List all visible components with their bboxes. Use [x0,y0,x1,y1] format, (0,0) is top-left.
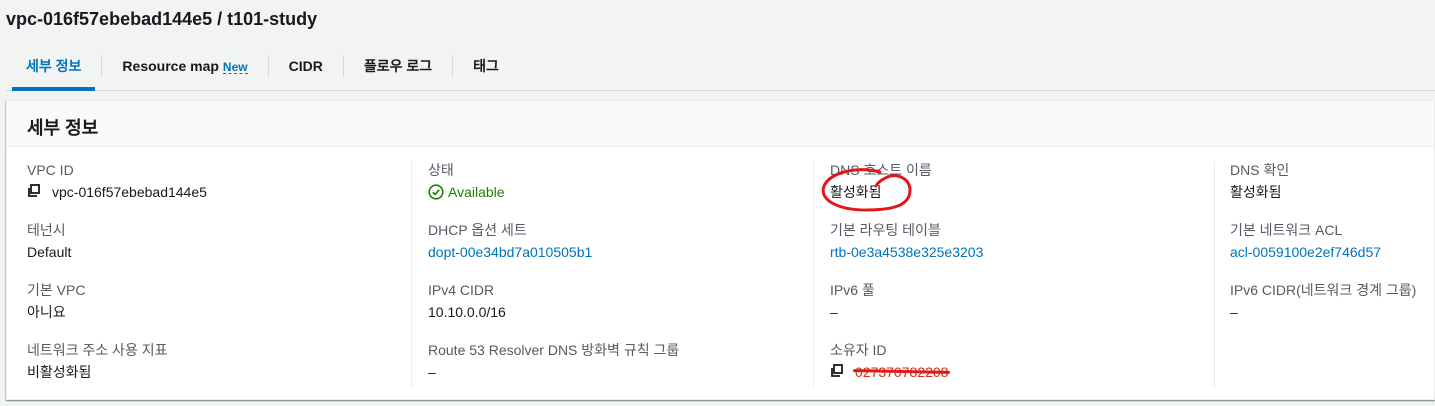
field-default-vpc: 기본 VPC 아니요 [27,281,407,341]
status-value: Available [448,184,505,200]
main-network-acl-link[interactable]: acl-0059100e2ef746d57 [1230,243,1435,261]
page-title: vpc-016f57ebebad144e5 / t101-study [6,9,318,29]
field-label: DHCP 옵션 세트 [428,222,527,238]
tab-label: 태그 [473,58,499,74]
copy-icon[interactable] [830,364,846,380]
dns-resolution-value: 활성화됨 [1230,184,1282,200]
field-tenancy: 테넌시 Default [27,221,407,281]
tab-flow-logs[interactable]: 플로우 로그 [344,50,452,82]
default-vpc-value: 아니요 [27,304,66,320]
tab-label: CIDR [288,58,323,74]
field-ipv4-cidr: IPv4 CIDR 10.10.0.0/16 [428,281,811,341]
dhcp-options-link[interactable]: dopt-00e34bd7a010505b1 [428,243,811,261]
tab-details[interactable]: 세부 정보 [6,50,101,91]
route53-firewall-value: – [428,364,436,380]
field-ipv6-cidr: IPv6 CIDR(네트워크 경계 그룹) – [1230,281,1435,341]
tab-cidr[interactable]: CIDR [269,50,343,82]
field-label: 테넌시 [27,222,66,238]
panel-title: 세부 정보 [7,101,1434,147]
ipv6-pool-value: – [830,304,838,320]
field-label: 상태 [428,162,454,178]
field-label: 소유자 ID [830,342,887,358]
field-label: Route 53 Resolver DNS 방화벽 규칙 그룹 [428,342,680,358]
field-state: 상태 Available [428,161,811,221]
field-ipv6-pool: IPv6 풀 – [830,281,1213,341]
field-label: DNS 호스트 이름 [830,162,932,178]
details-panel: 세부 정보 VPC ID vpc-016f57ebebad144e5 테넌시 D… [6,100,1435,400]
field-label: 기본 네트워크 ACL [1230,222,1343,238]
field-main-network-acl: 기본 네트워크 ACL acl-0059100e2ef746d57 [1230,221,1435,281]
tab-bar: 세부 정보 Resource map New CIDR 플로우 로그 태그 [6,50,1435,91]
field-label: IPv6 CIDR(네트워크 경계 그룹) [1230,282,1417,298]
details-grid: VPC ID vpc-016f57ebebad144e5 테넌시 Default… [7,157,1434,387]
field-vpc-id: VPC ID vpc-016f57ebebad144e5 [27,161,407,221]
new-badge: New [222,60,248,74]
tenancy-value: Default [27,244,72,260]
network-address-usage-value: 비활성화됨 [27,364,92,380]
field-dhcp-options: DHCP 옵션 세트 dopt-00e34bd7a010505b1 [428,221,811,281]
tab-resource-map[interactable]: Resource map New [102,50,267,82]
main-route-table-link[interactable]: rtb-0e3a4538e325e3203 [830,243,1213,261]
field-label: IPv6 풀 [830,282,875,298]
copy-icon[interactable] [27,184,43,200]
tab-label: 플로우 로그 [363,58,433,74]
field-dns-hostnames: DNS 호스트 이름 활성화됨 [830,161,1213,221]
dns-hostnames-value: 활성화됨 [830,184,882,200]
field-label: DNS 확인 [1230,162,1290,178]
tab-tags[interactable]: 태그 [453,50,519,82]
ipv6-cidr-value: – [1230,304,1238,320]
field-label: 네트워크 주소 사용 지표 [27,342,168,358]
details-column-1: VPC ID vpc-016f57ebebad144e5 테넌시 Default… [27,161,407,387]
field-route53-firewall: Route 53 Resolver DNS 방화벽 규칙 그룹 – [428,341,811,401]
field-network-address-usage: 네트워크 주소 사용 지표 비활성화됨 [27,341,407,401]
details-column-2: 상태 Available DHCP 옵션 세트 dopt-00e34bd7a01… [411,161,811,387]
field-dns-resolution: DNS 확인 활성화됨 [1230,161,1435,221]
check-circle-icon [428,184,444,200]
ipv4-cidr-value: 10.10.0.0/16 [428,304,506,320]
field-main-route-table: 기본 라우팅 테이블 rtb-0e3a4538e325e3203 [830,221,1213,281]
field-owner-id: 소유자 ID 027370782208 [830,341,1213,401]
tab-label: 세부 정보 [26,58,82,74]
field-label: 기본 VPC [27,282,86,298]
field-label: VPC ID [27,162,74,178]
owner-id-value: 027370782208 [852,363,951,381]
details-column-4: DNS 확인 활성화됨 기본 네트워크 ACL acl-0059100e2ef7… [1214,161,1435,387]
tab-label: Resource map [122,58,219,74]
field-label: IPv4 CIDR [428,282,495,298]
field-label: 기본 라우팅 테이블 [830,222,941,238]
details-column-3: DNS 호스트 이름 활성화됨 기본 라우팅 테이블 rtb-0e3a4538e… [813,161,1213,387]
vpc-id-value: vpc-016f57ebebad144e5 [52,184,207,200]
